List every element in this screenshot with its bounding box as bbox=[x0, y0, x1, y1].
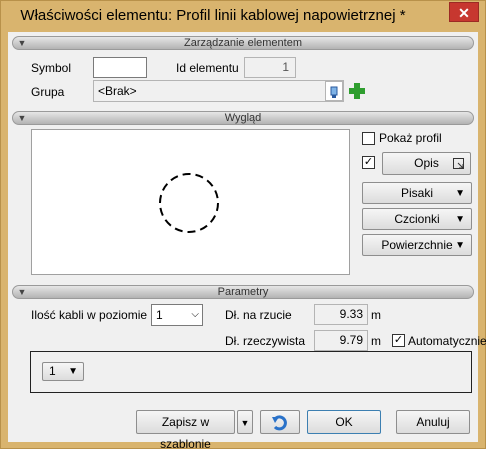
section-appearance-header[interactable]: ▼ Wygląd bbox=[12, 111, 474, 125]
real-length-field[interactable]: 9.79 bbox=[314, 330, 368, 351]
ok-button[interactable]: OK bbox=[307, 410, 381, 434]
fonts-button[interactable]: Czcionki ▼ bbox=[362, 208, 472, 230]
add-group-button[interactable] bbox=[347, 81, 367, 101]
projection-length-field: 9.33 bbox=[314, 304, 368, 325]
check-icon: ✓ bbox=[393, 334, 404, 346]
fonts-label: Czcionki bbox=[394, 212, 440, 226]
section-management-title: Zarządzanie elementem bbox=[183, 37, 302, 49]
level-select[interactable]: 1 ▼ bbox=[42, 362, 84, 381]
window-title: Właściwości elementu: Profil linii kablo… bbox=[20, 7, 406, 24]
pens-button[interactable]: Pisaki ▼ bbox=[362, 182, 472, 204]
cables-count-label: Ilość kabli w poziomie bbox=[31, 308, 148, 322]
opis-button[interactable]: Opis bbox=[382, 152, 471, 175]
surfaces-button[interactable]: Powierzchnie ▼ bbox=[362, 234, 472, 256]
profile-preview bbox=[31, 129, 350, 275]
symbol-label: Symbol bbox=[31, 61, 72, 75]
section-parameters-title: Parametry bbox=[217, 286, 269, 298]
automatic-label: Automatycznie bbox=[408, 334, 486, 348]
surfaces-label: Powierzchnie bbox=[381, 238, 453, 252]
dialog-window: Właściwości elementu: Profil linii kablo… bbox=[0, 0, 486, 449]
save-template-label: Zapisz w szablonie bbox=[160, 415, 211, 449]
dropdown-arrow-icon: ▼ bbox=[240, 418, 250, 428]
cable-levels-panel: 1 ▼ bbox=[30, 351, 472, 393]
show-profile-checkbox[interactable] bbox=[362, 132, 375, 145]
cables-count-select[interactable]: 1 ⌵ bbox=[151, 304, 203, 326]
dropdown-arrow-icon: ▼ bbox=[68, 366, 78, 377]
dropdown-arrow-icon: ▼ bbox=[455, 188, 465, 199]
titlebar[interactable]: Właściwości elementu: Profil linii kablo… bbox=[1, 1, 485, 32]
projection-length-label: Dł. na rzucie bbox=[225, 308, 292, 322]
pens-label: Pisaki bbox=[400, 186, 433, 200]
dropdown-arrow-icon: ▼ bbox=[455, 214, 465, 225]
section-parameters-header[interactable]: ▼ Parametry bbox=[12, 285, 474, 299]
open-window-icon bbox=[453, 158, 464, 169]
cable-circle-icon bbox=[159, 173, 219, 233]
dialog-client: ▼ Zarządzanie elementem Symbol Id elemen… bbox=[8, 32, 486, 449]
group-value: <Brak> bbox=[98, 84, 137, 98]
real-length-unit: m bbox=[371, 334, 381, 348]
automatic-checkbox[interactable]: ✓ bbox=[392, 334, 405, 347]
undo-icon bbox=[272, 415, 287, 431]
id-label: Id elementu bbox=[176, 61, 239, 75]
section-management-header[interactable]: ▼ Zarządzanie elementem bbox=[12, 36, 474, 50]
symbol-input[interactable] bbox=[93, 57, 147, 78]
opis-checkbox[interactable]: ✓ bbox=[362, 156, 375, 169]
dropdown-arrow-icon: ▼ bbox=[455, 240, 465, 251]
real-length-label: Dł. rzeczywista bbox=[225, 334, 306, 348]
cancel-label: Anuluj bbox=[416, 415, 450, 429]
id-field: 1 bbox=[244, 57, 296, 78]
cancel-button[interactable]: Anuluj bbox=[396, 410, 470, 434]
close-icon: ✕ bbox=[458, 5, 470, 21]
group-field[interactable]: <Brak> bbox=[93, 80, 344, 102]
plus-icon bbox=[349, 83, 365, 99]
eyedropper-icon bbox=[330, 86, 338, 98]
level-value: 1 bbox=[49, 364, 56, 378]
ok-label: OK bbox=[335, 415, 353, 429]
section-appearance-title: Wygląd bbox=[224, 112, 262, 124]
cables-count-value: 1 bbox=[156, 308, 163, 322]
chevron-down-icon: ⌵ bbox=[191, 309, 199, 320]
opis-label: Opis bbox=[414, 156, 439, 170]
group-pick-button[interactable] bbox=[325, 81, 343, 101]
check-icon: ✓ bbox=[363, 156, 374, 168]
save-template-button[interactable]: Zapisz w szablonie bbox=[136, 410, 235, 449]
close-button[interactable]: ✕ bbox=[449, 2, 479, 22]
undo-button[interactable] bbox=[260, 410, 300, 434]
show-profile-label: Pokaż profil bbox=[379, 131, 442, 145]
projection-unit: m bbox=[371, 308, 381, 322]
save-template-dropdown[interactable]: ▼ bbox=[237, 410, 253, 434]
group-label: Grupa bbox=[31, 85, 65, 99]
